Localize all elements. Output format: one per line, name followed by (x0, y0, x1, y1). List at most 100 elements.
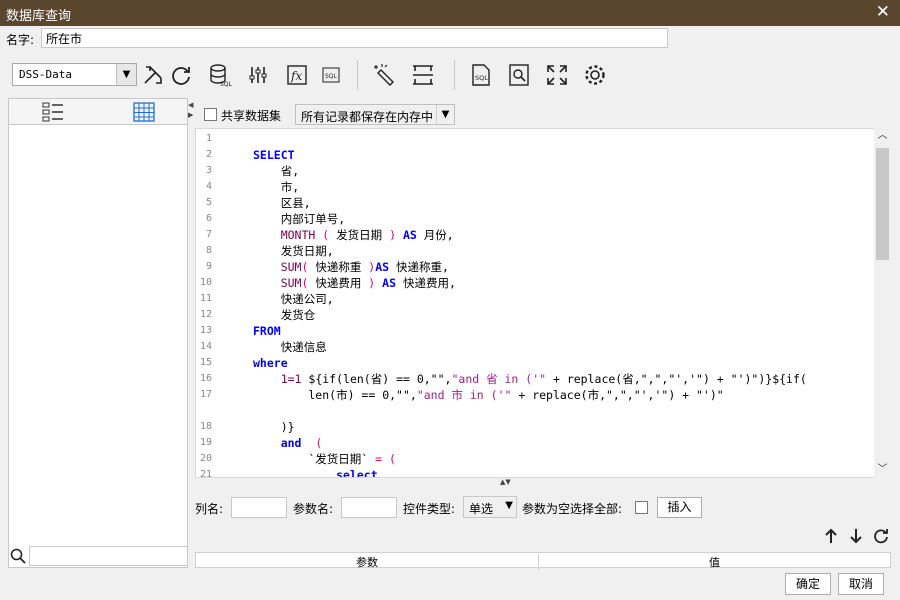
line-number: 14 (199, 341, 212, 352)
splitter-arrows[interactable]: ◀ ▶ (188, 100, 194, 120)
line-number: 17 (199, 389, 212, 400)
code-line: len(市) == 0,"","and 市 in ('" + replace(市… (253, 388, 724, 402)
window-title: 数据库查询 (6, 9, 72, 24)
gear-icon[interactable] (582, 62, 608, 88)
cancel-button[interactable]: 取消 (838, 573, 884, 595)
code-line: 区县, (253, 196, 311, 210)
control-type-value: 单选 (469, 502, 494, 516)
close-icon[interactable]: ✕ (876, 3, 890, 21)
svg-text:SQL: SQL (325, 73, 338, 80)
left-tabs (9, 99, 187, 125)
line-number: 7 (205, 229, 212, 240)
datasource-value: DSS-Data (19, 68, 72, 81)
tools-icon[interactable] (140, 62, 166, 88)
line-number: 2 (205, 149, 212, 160)
code-line: and ( (280, 436, 323, 450)
scroll-up-icon[interactable]: ︿ (874, 128, 891, 144)
line-number: 9 (205, 261, 212, 272)
param-name-input[interactable] (341, 497, 397, 518)
search-icon[interactable] (10, 548, 26, 567)
refresh-icon[interactable] (168, 62, 194, 88)
scroll-down-icon[interactable]: ﹀ (874, 462, 891, 478)
code-line: MONTH ( 发货日期 ) AS 月份, (280, 228, 454, 242)
line-number: 12 (199, 309, 212, 320)
column-name-input[interactable] (231, 497, 287, 518)
param-table-header: 参数 值 (195, 552, 891, 570)
svg-text:SQL: SQL (220, 81, 232, 87)
sql-file-icon[interactable]: SQL (468, 62, 494, 88)
code-line: 发货日期, (253, 244, 334, 258)
line-number: 13 (199, 325, 212, 336)
chevron-down-icon[interactable]: ▼ (436, 105, 454, 124)
pagination-icon[interactable] (410, 62, 436, 88)
line-number: 6 (205, 213, 212, 224)
code-line: 1=1 ${if(len(省) == 0,"","and 省 in ('" + … (280, 372, 807, 386)
code-line: 市, (253, 180, 300, 194)
search-input[interactable] (29, 546, 188, 566)
code-line: SUM( 快递称重 )AS 快递称重, (280, 260, 449, 274)
select-all-label: 参数为空选择全部: (522, 502, 623, 516)
line-number: 19 (199, 437, 212, 448)
formula-icon[interactable]: fx (284, 62, 310, 88)
sql-editor[interactable]: 1 2 SELECT 3 省, 4 市, 5 区县, 6 内部订单号, 7 MONTH ( 发… (195, 128, 891, 478)
value-column-header: 值 (538, 554, 890, 570)
line-number: 16 (199, 373, 212, 384)
line-number: 3 (205, 165, 212, 176)
code-line: )} (253, 420, 295, 434)
line-number: 21 (199, 469, 212, 478)
ok-button[interactable]: 确定 (785, 573, 831, 595)
arrow-down-icon[interactable] (847, 528, 865, 548)
code-line: 快递信息 (253, 340, 327, 354)
preview-icon[interactable] (506, 62, 532, 88)
control-type-label: 控件类型: (403, 502, 456, 516)
cache-mode-select[interactable]: 所有记录都保存在内存中 ▼ (295, 104, 455, 125)
line-number: 5 (205, 197, 212, 208)
refresh-icon[interactable] (872, 528, 890, 548)
control-type-select[interactable]: 单选 ▼ (463, 496, 517, 518)
magic-wand-icon[interactable] (371, 62, 397, 88)
table-view-icon[interactable] (133, 101, 155, 123)
left-panel (8, 98, 188, 568)
line-number: 1 (205, 133, 212, 144)
scroll-thumb[interactable] (876, 148, 889, 260)
line-number: 11 (199, 293, 212, 304)
fullscreen-icon[interactable] (544, 62, 570, 88)
line-number: 8 (205, 245, 212, 256)
param-column-header: 参数 (356, 556, 378, 569)
share-dataset-label: 共享数据集 (221, 109, 282, 123)
line-number: 15 (199, 357, 212, 368)
code-line: FROM (253, 324, 281, 338)
code-line: select (336, 468, 378, 478)
code-line: `发货日期` = ( (253, 452, 396, 466)
svg-text:SQL: SQL (475, 74, 488, 82)
column-name-label: 列名: (195, 502, 224, 516)
chevron-down-icon[interactable]: ▼ (116, 64, 136, 85)
datasource-select[interactable]: DSS-Data ▼ (12, 63, 137, 86)
svg-text:fx: fx (290, 69, 302, 83)
cache-mode-value: 所有记录都保存在内存中 (301, 110, 434, 124)
editor-scrollbar[interactable]: ︿ ﹀ (874, 128, 891, 478)
arrow-up-icon[interactable] (822, 528, 840, 548)
select-all-checkbox[interactable] (635, 501, 648, 514)
insert-button[interactable]: 插入 (657, 497, 702, 518)
chevron-down-icon[interactable]: ▼ (505, 500, 513, 511)
sql-small-icon[interactable]: SQL (318, 62, 344, 88)
editor-resize-handle[interactable]: ▲▼ (500, 478, 511, 486)
share-dataset-checkbox[interactable] (204, 108, 217, 121)
toolbar-divider (357, 60, 358, 90)
database-sql-icon[interactable]: SQL (207, 62, 233, 88)
name-input[interactable] (41, 28, 668, 48)
list-view-icon[interactable] (42, 101, 64, 123)
code-line: where (253, 356, 288, 370)
sliders-icon[interactable] (245, 62, 271, 88)
line-number: 20 (199, 453, 212, 464)
line-number: 10 (199, 277, 212, 288)
code-line: 快递公司, (253, 292, 334, 306)
param-name-label: 参数名: (293, 502, 334, 516)
code-line: 内部订单号, (253, 212, 346, 226)
left-search (8, 545, 188, 567)
toolbar-divider (454, 60, 455, 90)
title-bar: 数据库查询 ✕ (0, 0, 900, 26)
name-label: 名字: (6, 33, 35, 47)
line-number: 18 (199, 421, 212, 432)
